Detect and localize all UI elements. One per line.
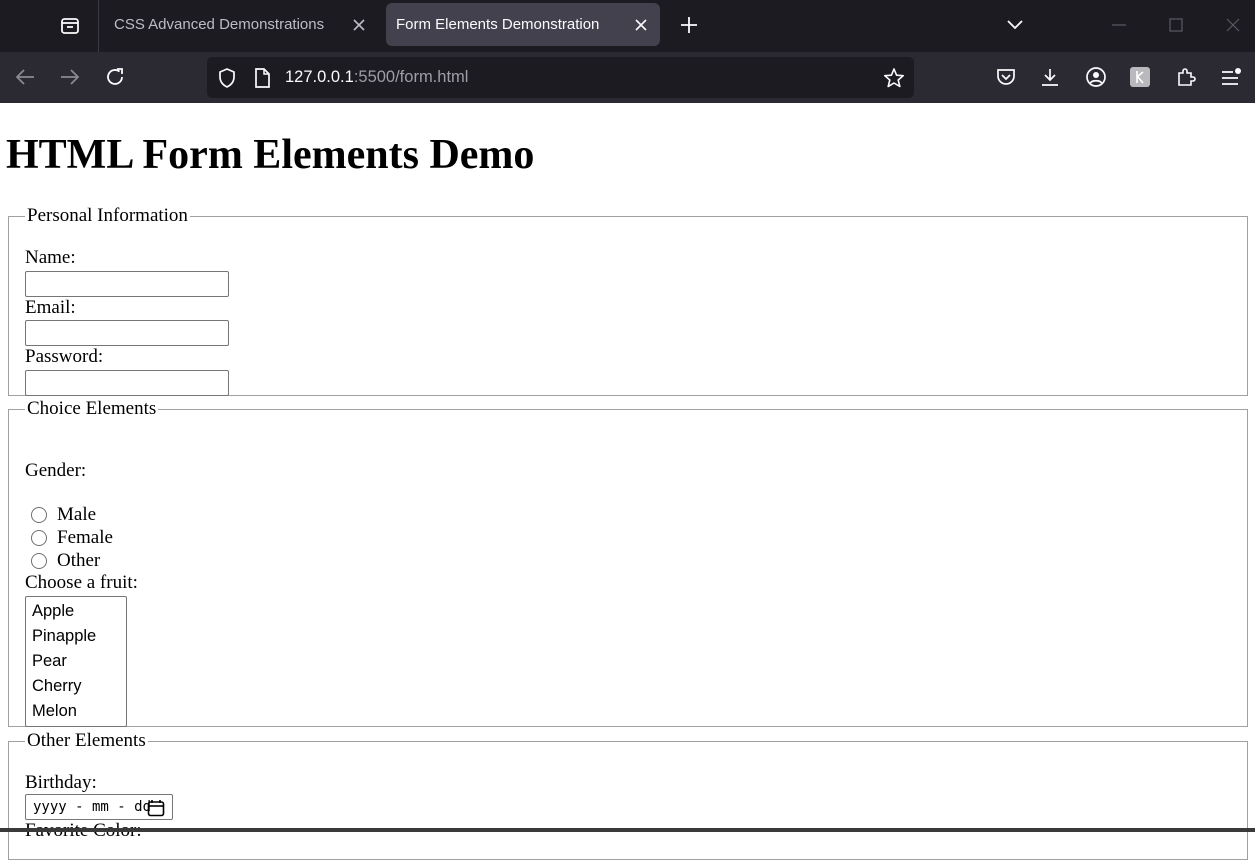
birthday-date-input[interactable]: yyyy - mm - dd: [25, 794, 173, 820]
password-label: Password:: [25, 346, 104, 367]
download-icon[interactable]: [1034, 61, 1066, 93]
url-host: 127.0.0.1: [285, 68, 354, 86]
chevron-down-icon[interactable]: [1000, 8, 1030, 42]
radio-label: Female: [57, 527, 113, 548]
name-input[interactable]: [25, 271, 229, 297]
page-icon[interactable]: [250, 66, 274, 90]
tab-title: Form Elements Demonstration: [396, 16, 600, 33]
tab-title: CSS Advanced Demonstrations: [114, 16, 325, 33]
star-icon[interactable]: [882, 66, 906, 90]
url-bar[interactable]: 127.0.0.1:5500/form.html: [207, 57, 914, 98]
password-input[interactable]: [25, 370, 229, 396]
tab-css-advanced[interactable]: CSS Advanced Demonstrations: [100, 3, 378, 46]
window-close-icon[interactable]: [1216, 8, 1250, 42]
radio-other[interactable]: Other: [31, 550, 100, 572]
page-content: HTML Form Elements Demo Personal Informa…: [0, 103, 1255, 860]
radio-male[interactable]: Male: [31, 504, 96, 526]
tab-form-elements[interactable]: Form Elements Demonstration: [386, 3, 660, 46]
email-label: Email:: [25, 297, 76, 318]
email-input[interactable]: [25, 320, 229, 346]
tab-separator: [98, 0, 99, 52]
close-icon[interactable]: [348, 14, 370, 36]
account-icon[interactable]: [1080, 61, 1112, 93]
fruit-option[interactable]: Apple: [26, 599, 126, 624]
forward-arrow-icon[interactable]: [54, 61, 86, 93]
other-elements-legend: Other Elements: [27, 730, 146, 751]
reload-icon[interactable]: [99, 61, 131, 93]
shield-icon[interactable]: [215, 66, 239, 90]
new-tab-button[interactable]: [672, 8, 706, 42]
radio-label: Other: [57, 550, 101, 571]
close-icon[interactable]: [630, 14, 652, 36]
desktop-edge: [0, 828, 1255, 832]
fruit-listbox[interactable]: Apple Pinapple Pear Cherry Melon: [25, 596, 127, 727]
gender-label: Gender:: [25, 460, 87, 481]
birthday-label: Birthday:: [25, 772, 97, 793]
fruit-option[interactable]: Pinapple: [26, 624, 126, 649]
personal-information-fieldset: Personal Information Name: Email: Passwo…: [8, 205, 1248, 396]
fruit-option[interactable]: Cherry: [26, 674, 126, 699]
choice-elements-legend: Choice Elements: [27, 398, 157, 419]
choice-elements-fieldset: Choice Elements Gender: Male Female Othe…: [8, 398, 1248, 727]
back-arrow-icon[interactable]: [9, 61, 41, 93]
menu-icon[interactable]: [1215, 61, 1247, 93]
radio-button[interactable]: [31, 553, 47, 569]
url-text: 127.0.0.1:5500/form.html: [285, 68, 468, 87]
extension-icon[interactable]: [1124, 61, 1156, 93]
minimize-icon[interactable]: [1102, 8, 1136, 42]
calendar-icon[interactable]: [147, 799, 165, 817]
pocket-icon[interactable]: [990, 61, 1022, 93]
date-placeholder: yyyy - mm - dd: [33, 799, 152, 815]
fruit-option[interactable]: Pear: [26, 649, 126, 674]
personal-information-legend: Personal Information: [27, 205, 188, 226]
url-path: :5500/form.html: [353, 68, 469, 86]
radio-button[interactable]: [31, 507, 47, 523]
firefox-view-icon[interactable]: [50, 6, 90, 46]
other-elements-fieldset: Other Elements Birthday: yyyy - mm - dd …: [8, 730, 1248, 860]
navigation-bar: 127.0.0.1:5500/form.html: [0, 52, 1255, 103]
radio-button[interactable]: [31, 530, 47, 546]
fruit-option[interactable]: Melon: [26, 699, 126, 724]
radio-label: Male: [57, 504, 97, 525]
radio-female[interactable]: Female: [31, 527, 113, 549]
page-title: HTML Form Elements Demo: [6, 132, 535, 178]
puzzle-icon[interactable]: [1170, 61, 1202, 93]
maximize-icon[interactable]: [1159, 8, 1193, 42]
fruit-label: Choose a fruit:: [25, 572, 138, 593]
name-label: Name:: [25, 247, 76, 268]
tab-bar: CSS Advanced Demonstrations Form Element…: [0, 0, 1255, 52]
